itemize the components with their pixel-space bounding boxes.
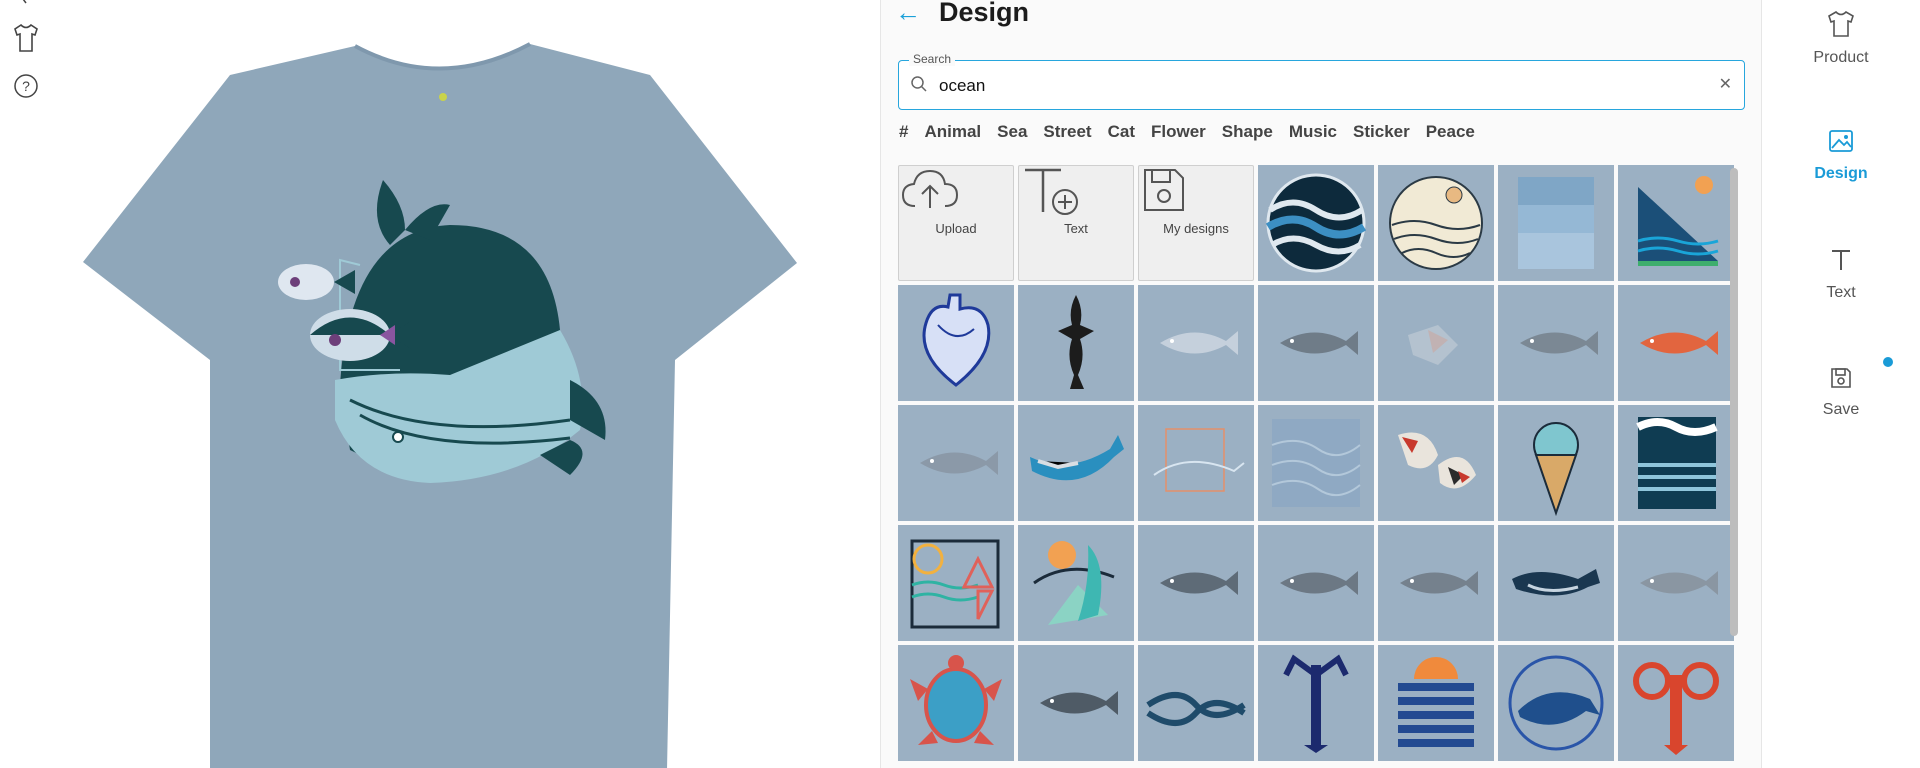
- left-toolbar: ?: [0, 0, 50, 768]
- nav-item-label: Design: [1814, 165, 1868, 182]
- action-label: My designs: [1163, 220, 1229, 236]
- tshirt-preview[interactable]: [50, 0, 880, 768]
- nav-item-label: Product: [1813, 49, 1869, 66]
- nav-item-product[interactable]: Product: [1762, 10, 1920, 67]
- pike-design[interactable]: [1618, 525, 1734, 641]
- tag-hash[interactable]: #: [899, 122, 908, 142]
- carp-design[interactable]: [1258, 525, 1374, 641]
- action-label: Text: [1064, 220, 1088, 236]
- grey-fish-design[interactable]: [1138, 525, 1254, 641]
- herring-design[interactable]: [1498, 285, 1614, 401]
- tag-flower[interactable]: Flower: [1151, 122, 1206, 142]
- design-grid: Upload Text My designs: [898, 165, 1738, 768]
- line-whale-design[interactable]: [1138, 405, 1254, 521]
- tag-sea[interactable]: Sea: [997, 122, 1027, 142]
- knit-whale-design[interactable]: [1018, 405, 1134, 521]
- page-title: Design: [939, 0, 1030, 27]
- nav-item-save[interactable]: Save: [1762, 366, 1920, 419]
- navy-lobster-design[interactable]: [1258, 645, 1374, 761]
- ocean-waves-stripes-design[interactable]: [1618, 405, 1734, 521]
- faded-mosaic-design[interactable]: [1378, 285, 1494, 401]
- right-nav: Product Design Text Save: [1762, 0, 1920, 768]
- rope-knot-design[interactable]: [1138, 645, 1254, 761]
- humpback-whale-design[interactable]: [1498, 525, 1614, 641]
- surf-wave-sun-design[interactable]: [1018, 525, 1134, 641]
- search-label: Search: [909, 52, 956, 66]
- tag-cat[interactable]: Cat: [1108, 122, 1135, 142]
- svg-text:?: ?: [22, 78, 30, 94]
- nav-item-label: Save: [1822, 401, 1860, 418]
- tag-peace[interactable]: Peace: [1426, 122, 1475, 142]
- blue-gradient-square-design[interactable]: [1498, 165, 1614, 281]
- design-panel: ← Design Search ✕ # Animal Sea Street Cat Flo…: [880, 0, 1762, 768]
- image-icon: [1827, 128, 1855, 159]
- trout-design[interactable]: [1258, 285, 1374, 401]
- upload-button[interactable]: Upload: [898, 165, 1014, 281]
- carp-sketch-design[interactable]: [1018, 645, 1134, 761]
- red-lobster-design[interactable]: [1618, 645, 1734, 761]
- wave-pattern-design[interactable]: [1258, 405, 1374, 521]
- sun-waves-circle-design[interactable]: [1378, 165, 1494, 281]
- nav-item-text[interactable]: Text: [1762, 247, 1920, 302]
- search-field[interactable]: Search ✕: [898, 52, 1745, 110]
- search-input[interactable]: [937, 71, 1701, 101]
- tag-filter-bar: # Animal Sea Street Cat Flower Shape Music Stick…: [899, 122, 1475, 142]
- grid-scrollbar[interactable]: [1730, 168, 1738, 636]
- tag-sticker[interactable]: Sticker: [1353, 122, 1410, 142]
- arrow-left-icon[interactable]: ←: [895, 0, 921, 25]
- black-lizard-design[interactable]: [1018, 285, 1134, 401]
- nav-item-label: Text: [1826, 284, 1856, 301]
- ice-cream-cone-design[interactable]: [1498, 405, 1614, 521]
- tag-shape[interactable]: Shape: [1222, 122, 1273, 142]
- nav-item-design[interactable]: Design: [1762, 128, 1920, 183]
- wave-circle-design[interactable]: [1258, 165, 1374, 281]
- koi-fish-design[interactable]: [1378, 405, 1494, 521]
- sea-turtle-design[interactable]: [898, 645, 1014, 761]
- bass-fish-design[interactable]: [898, 405, 1014, 521]
- text-icon: [1828, 247, 1854, 278]
- my-designs-button[interactable]: My designs: [1138, 165, 1254, 281]
- partial-tool-icon[interactable]: [10, 0, 42, 6]
- whale-circle-design[interactable]: [1498, 645, 1614, 761]
- tshirt-icon: [1826, 10, 1856, 43]
- help-circle-icon[interactable]: ?: [10, 70, 42, 102]
- anatomical-heart-design[interactable]: [898, 285, 1014, 401]
- search-icon: [911, 76, 927, 92]
- tag-animal[interactable]: Animal: [924, 122, 981, 142]
- tshirt-outline-icon[interactable]: [10, 22, 42, 54]
- text-button[interactable]: Text: [1018, 165, 1134, 281]
- geometric-sun-sail-design[interactable]: [898, 525, 1014, 641]
- roach-fish-design[interactable]: [1378, 525, 1494, 641]
- tag-music[interactable]: Music: [1289, 122, 1337, 142]
- tag-street[interactable]: Street: [1043, 122, 1091, 142]
- notification-dot: [1883, 357, 1893, 367]
- action-label: Upload: [935, 220, 977, 236]
- floppy-disk-icon: [1829, 366, 1853, 395]
- panel-header: ← Design: [895, 0, 1029, 32]
- sunset-stripes-design[interactable]: [1378, 645, 1494, 761]
- design-canvas[interactable]: [50, 0, 880, 768]
- tuna-design[interactable]: [1138, 285, 1254, 401]
- close-icon[interactable]: ✕: [1719, 74, 1732, 94]
- red-fish-design[interactable]: [1618, 285, 1734, 401]
- mountain-sun-waves-design[interactable]: [1618, 165, 1734, 281]
